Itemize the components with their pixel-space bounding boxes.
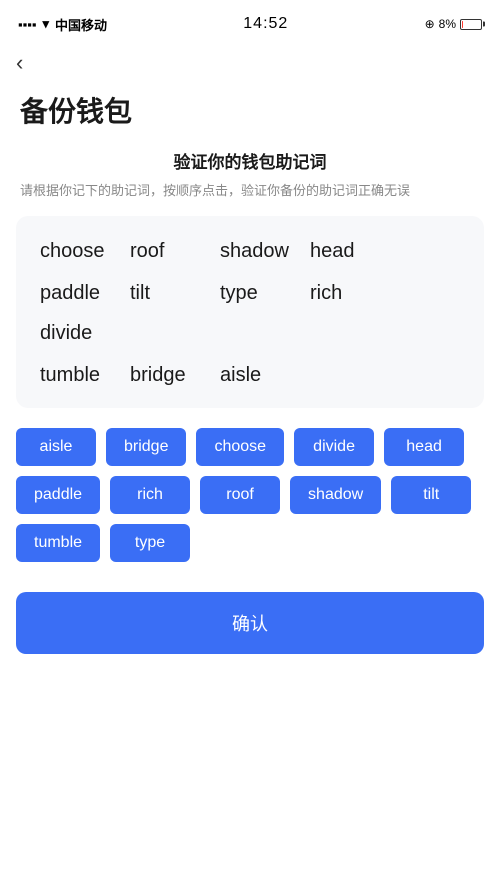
confirm-area: 确认 [0,582,500,674]
clock: 14:52 [243,15,288,33]
display-word-aisle: aisle [220,360,310,390]
display-word-shadow: shadow [220,236,310,266]
word-button-rich[interactable]: rich [110,476,190,514]
word-row-3: tumble bridge aisle [40,360,460,390]
display-word-roof: roof [130,236,220,266]
display-word-divide: divide [40,318,130,348]
word-button-shadow[interactable]: shadow [290,476,381,514]
battery-percent: 8% [439,17,456,31]
display-word-type: type [220,278,310,308]
word-row-1: choose roof shadow head [40,236,460,266]
word-button-head[interactable]: head [384,428,464,466]
display-word-tilt: tilt [130,278,220,308]
word-button-divide[interactable]: divide [294,428,374,466]
status-bar: ▪▪▪▪ ▾ 中国移动 14:52 ⊕ 8% [0,0,500,44]
word-row-2: paddle tilt type rich divide [40,278,460,348]
confirm-button[interactable]: 确认 [16,592,484,654]
display-word-bridge: bridge [130,360,220,390]
sync-icon: ⊕ [425,17,435,31]
word-button-choose[interactable]: choose [196,428,284,466]
word-button-paddle[interactable]: paddle [16,476,100,514]
status-right: ⊕ 8% [425,17,482,31]
wifi-icon: ▾ [42,16,49,32]
word-display-area: choose roof shadow head paddle tilt type… [16,216,484,408]
page-title: 备份钱包 [0,82,500,148]
word-button-type[interactable]: type [110,524,190,562]
carrier-signal: ▪▪▪▪ ▾ 中国移动 [18,15,107,34]
word-button-bridge[interactable]: bridge [106,428,186,466]
word-buttons-area: aisle bridge choose divide head paddle r… [0,428,500,582]
battery-icon [460,19,482,30]
display-word-head: head [310,236,400,266]
carrier-name: 中国移动 [55,15,107,34]
word-button-aisle[interactable]: aisle [16,428,96,466]
display-word-choose: choose [40,236,130,266]
signal-icon: ▪▪▪▪ [18,17,36,32]
display-word-tumble: tumble [40,360,130,390]
section-heading: 验证你的钱包助记词 [0,148,500,173]
word-button-roof[interactable]: roof [200,476,280,514]
word-buttons-grid: aisle bridge choose divide head paddle r… [16,428,484,562]
word-button-tilt[interactable]: tilt [391,476,471,514]
display-word-rich: rich [310,278,400,308]
display-word-paddle: paddle [40,278,130,308]
section-desc: 请根据你记下的助记词，按顺序点击，验证你备份的助记词正确无误 [0,181,500,216]
word-button-tumble[interactable]: tumble [16,524,100,562]
nav-bar: ‹ [0,44,500,82]
back-button[interactable]: ‹ [16,52,23,74]
